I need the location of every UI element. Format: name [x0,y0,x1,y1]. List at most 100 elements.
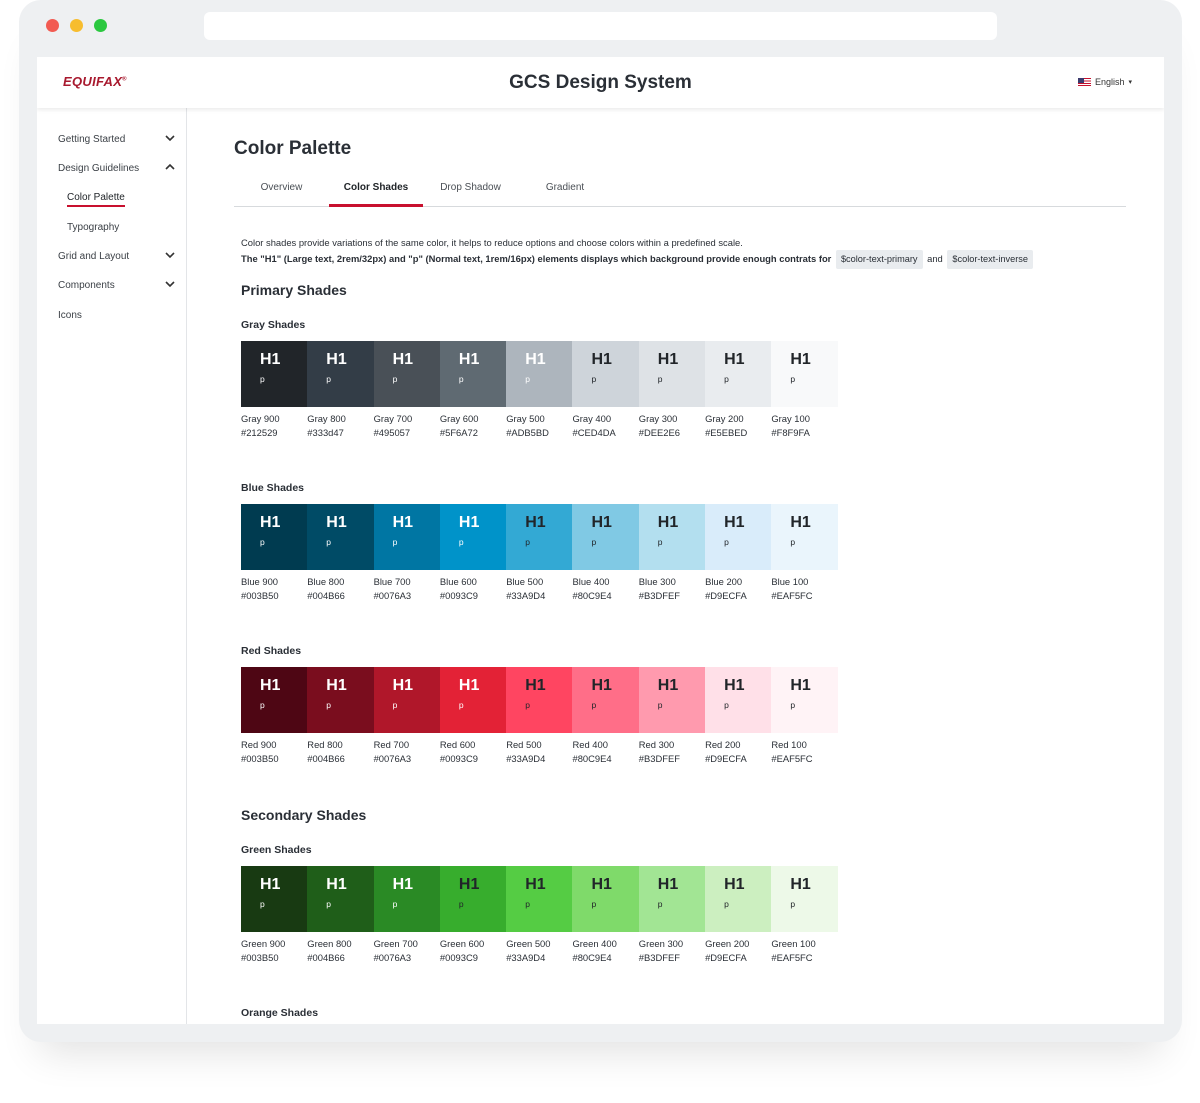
color-swatch[interactable]: H1 p Green 100 #EAF5FC [771,866,838,965]
color-swatch[interactable]: H1 p Gray 500 #ADB5BD [506,341,573,440]
swatch-hex: #80C9E4 [572,753,612,764]
swatch-meta: Red 400 #80C9E4 [572,738,638,766]
swatch-p-sample: p [657,899,663,909]
color-swatch[interactable]: H1 p Gray 100 #F8F9FA [771,341,838,440]
swatch-h1-sample: H1 [326,677,347,694]
swatch-name: Green 200 [705,938,750,949]
color-swatch[interactable]: H1 p Blue 600 #0093C9 [439,504,507,603]
sidebar-item-grid-and-layout[interactable]: Grid and Layout [58,251,176,262]
address-bar[interactable] [204,12,997,40]
close-window-button[interactable] [46,19,59,32]
swatch-meta: Gray 400 #CED4DA [572,412,638,440]
tab-gradient[interactable]: Gradient [518,178,612,207]
color-swatch[interactable]: H1 p Red 800 #004B66 [307,667,374,766]
swatch-meta: Green 400 #80C9E4 [572,937,638,965]
color-swatch[interactable]: H1 p Red 600 #0093C9 [439,667,507,766]
color-swatch[interactable]: H1 p Blue 200 #D9ECFA [705,504,772,603]
swatch-color-box: H1 p [771,341,838,407]
color-swatch[interactable]: H1 p Red 700 #0076A3 [373,667,440,766]
sidebar-item-components[interactable]: Components [58,280,176,291]
swatch-color-box: H1 p [771,667,838,733]
tab-overview[interactable]: Overview [234,178,329,207]
sidebar-item-label: Icons [58,310,82,321]
swatch-meta: Gray 200 #E5EBED [705,412,771,440]
color-swatch[interactable]: H1 p Red 400 #80C9E4 [572,667,639,766]
color-swatch[interactable]: H1 p Blue 700 #0076A3 [373,504,440,603]
swatch-meta: Green 500 #33A9D4 [506,937,572,965]
color-swatch[interactable]: H1 p Green 700 #0076A3 [373,866,440,965]
swatch-meta: Red 800 #004B66 [307,738,373,766]
color-swatch[interactable]: H1 p Green 800 #004B66 [307,866,374,965]
intro-text: Color shades provide variations of the s… [241,235,1121,269]
swatch-p-sample: p [591,537,597,547]
sidebar-item-getting-started[interactable]: Getting Started [58,134,176,145]
color-swatch[interactable]: H1 p Blue 100 #EAF5FC [771,504,838,603]
chevron-down-icon [165,135,175,142]
gray-swatch-row: H1 p Gray 900 #212529 H1 p Gray 800 #333d47 H1 p G… [241,341,838,440]
swatch-hex: #5F6A72 [439,427,478,438]
color-swatch[interactable]: H1 p Gray 200 #E5EBED [705,341,772,440]
swatch-p-sample: p [326,374,332,384]
maximize-window-button[interactable] [94,19,107,32]
intro-and: and [927,253,943,264]
color-swatch[interactable]: H1 p Blue 800 #004B66 [307,504,374,603]
swatch-hex: #80C9E4 [572,952,612,963]
color-swatch[interactable]: H1 p Blue 400 #80C9E4 [572,504,639,603]
swatch-hex: #EAF5FC [771,590,813,601]
chevron-down-icon [165,281,175,288]
sidebar-item-design-guidelines[interactable]: Design Guidelines [58,163,176,174]
green-shades-heading: Green Shades [241,844,312,856]
swatch-name: Red 300 [638,739,675,750]
color-swatch[interactable]: H1 p Gray 700 #495057 [373,341,440,440]
swatch-name: Blue 800 [307,576,345,587]
swatch-meta: Blue 600 #0093C9 [440,575,506,603]
color-swatch[interactable]: H1 p Gray 900 #212529 [241,341,308,440]
swatch-p-sample: p [260,374,265,384]
color-swatch[interactable]: H1 p Blue 300 #B3DFEF [638,504,706,603]
sidebar-item-color-palette[interactable]: Color Palette [67,192,125,207]
swatch-hex: #0076A3 [373,753,412,764]
color-swatch[interactable]: H1 p Red 900 #003B50 [241,667,308,766]
swatch-hex: #B3DFEF [638,753,680,764]
tab-drop-shadow[interactable]: Drop Shadow [423,178,518,207]
swatch-meta: Blue 500 #33A9D4 [506,575,572,603]
swatch-h1-sample: H1 [326,514,347,531]
color-swatch[interactable]: H1 p Green 900 #003B50 [241,866,308,965]
swatch-hex: #EAF5FC [771,952,813,963]
color-swatch[interactable]: H1 p Green 400 #80C9E4 [572,866,639,965]
swatch-h1-sample: H1 [458,876,480,893]
swatch-meta: Blue 200 #D9ECFA [705,575,771,603]
swatch-h1-sample: H1 [724,677,745,694]
color-swatch[interactable]: H1 p Green 300 #B3DFEF [638,866,706,965]
color-swatch[interactable]: H1 p Red 100 #EAF5FC [771,667,838,766]
tab-color-shades[interactable]: Color Shades [329,178,423,207]
color-swatch[interactable]: H1 p Blue 900 #003B50 [241,504,308,603]
swatch-color-box: H1 p [307,341,374,407]
color-swatch[interactable]: H1 p Gray 800 #333d47 [307,341,374,440]
color-swatch[interactable]: H1 p Red 300 #B3DFEF [638,667,706,766]
swatch-name: Red 800 [307,739,343,750]
color-swatch[interactable]: H1 p Green 200 #D9ECFA [705,866,772,965]
language-selector[interactable]: English ▾ [1077,77,1132,87]
swatch-name: Green 500 [506,938,551,949]
color-swatch[interactable]: H1 p Red 200 #D9ECFA [705,667,772,766]
swatch-p-sample: p [724,899,729,909]
color-swatch[interactable]: H1 p Gray 300 #DEE2E6 [638,341,706,440]
sidebar-item-typography[interactable]: Typography [67,222,119,233]
browser-window: EQUIFAX® GCS Design System English ▾ Get… [19,0,1182,1042]
swatch-color-box: H1 p [572,341,639,407]
swatch-color-box: H1 p [638,504,706,570]
minimize-window-button[interactable] [70,19,83,32]
swatch-name: Blue 600 [439,576,477,587]
color-swatch[interactable]: H1 p Gray 600 #5F6A72 [439,341,507,440]
swatch-name: Red 900 [241,739,277,750]
swatch-meta: Gray 800 #333d47 [307,412,373,440]
color-swatch[interactable]: H1 p Gray 400 #CED4DA [572,341,639,440]
swatch-h1-sample: H1 [657,876,679,893]
sidebar-item-icons[interactable]: Icons [58,310,176,321]
color-swatch[interactable]: H1 p Green 600 #0093C9 [439,866,507,965]
color-swatch[interactable]: H1 p Green 500 #33A9D4 [506,866,573,965]
color-swatch[interactable]: H1 p Blue 500 #33A9D4 [506,504,573,603]
color-swatch[interactable]: H1 p Red 500 #33A9D4 [506,667,573,766]
sidebar-item-label: Components [58,280,115,291]
